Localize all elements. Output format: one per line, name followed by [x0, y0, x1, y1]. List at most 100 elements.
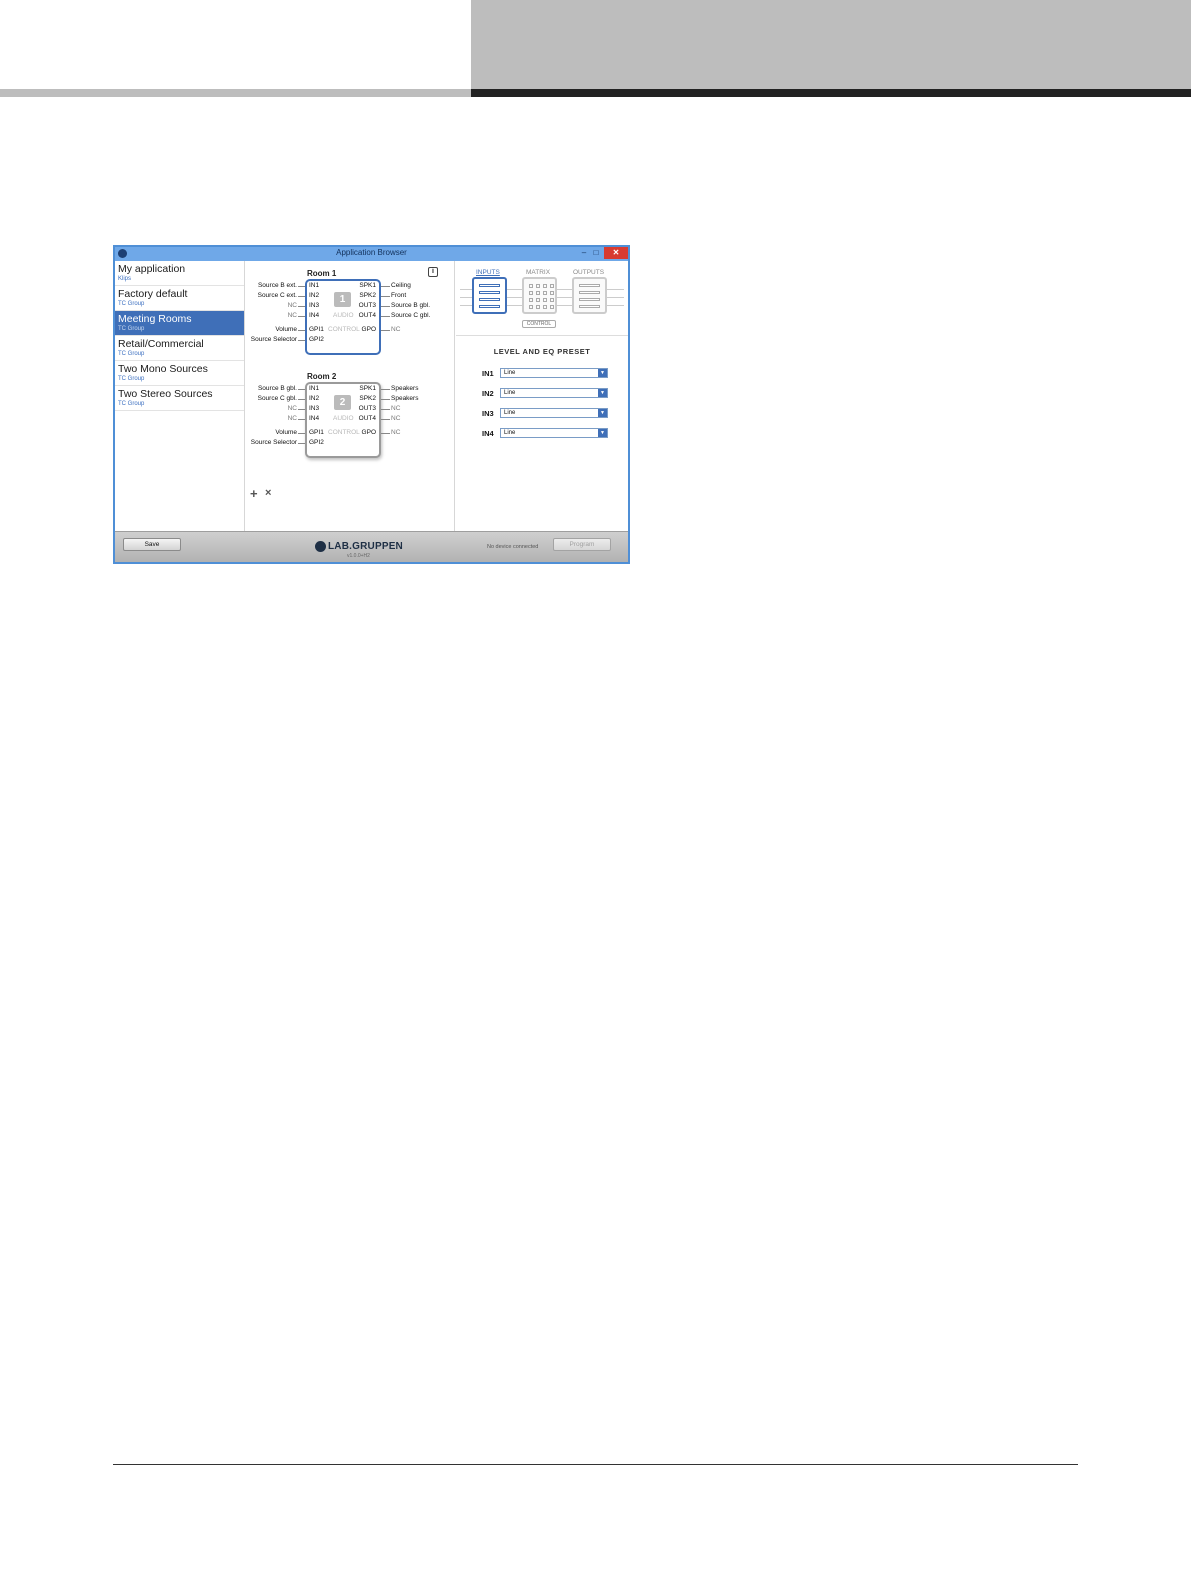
gpi-pin: GPI2	[309, 336, 324, 343]
input-label: Source B ext.	[257, 282, 297, 289]
output-wire	[381, 389, 390, 390]
input-pin: IN4	[309, 312, 320, 319]
output-label: NC	[391, 415, 401, 422]
gpo-label: NC	[391, 429, 401, 436]
save-button[interactable]: Save	[123, 538, 181, 551]
matrix-node	[536, 305, 540, 309]
input-label: NC	[287, 415, 297, 422]
page-header-rule-right	[471, 89, 1191, 97]
dropdown-arrow-icon[interactable]: ▼	[598, 389, 607, 397]
tab-inputs[interactable]: INPUTS	[476, 269, 500, 276]
room-zone-box[interactable]: 1 IN1 IN2 IN3 IN4 SPK1 SPK2 OUT3 OUT4 AU…	[305, 279, 381, 355]
application-author: Klips	[118, 276, 132, 282]
channel-bar	[479, 284, 500, 287]
control-block[interactable]: CONTROL	[522, 320, 556, 328]
output-pin: SPK1	[359, 385, 376, 392]
gpi-pin: GPI1	[309, 429, 324, 436]
output-pin: SPK2	[359, 292, 376, 299]
room-configuration-panel: i Room 1 1 IN1 IN2 IN3 IN4 SPK1 SPK2 OUT…	[245, 261, 455, 531]
tab-matrix[interactable]: MATRIX	[526, 269, 550, 276]
input-pin: IN4	[309, 415, 320, 422]
control-section-label: CONTROL	[328, 326, 360, 333]
channel-bar	[479, 291, 500, 294]
tab-outputs[interactable]: OUTPUTS	[573, 269, 604, 276]
preset-channel-label: IN3	[482, 409, 494, 418]
close-button[interactable]: ✕	[604, 247, 628, 259]
inputs-block[interactable]	[472, 277, 507, 314]
status-bar: Save LAB.GRUPPEN v1.0.0+H2 No device con…	[115, 531, 628, 562]
application-item-two-stereo-sources[interactable]: Two Stereo Sources TC Group	[115, 386, 244, 411]
preset-select-in4[interactable]: Line ▼	[500, 428, 608, 438]
output-pin: SPK1	[359, 282, 376, 289]
matrix-node	[536, 284, 540, 288]
page-header-band	[471, 0, 1191, 90]
dropdown-arrow-icon[interactable]: ▼	[598, 429, 607, 437]
matrix-node	[550, 298, 554, 302]
outputs-block[interactable]	[572, 277, 607, 314]
preset-value: Line	[504, 390, 516, 396]
gpo-pin: GPO	[361, 429, 376, 436]
title-bar[interactable]: Application Browser – □ ✕	[115, 247, 628, 261]
lab-gruppen-logo: LAB.GRUPPEN	[315, 541, 425, 553]
channel-bar	[479, 305, 500, 308]
add-room-button[interactable]: +	[250, 486, 258, 501]
room-number-badge: 2	[334, 395, 351, 410]
room-2[interactable]: Room 2 2 IN1 IN2 IN3 IN4 SPK1 SPK2 OUT3 …	[245, 372, 455, 472]
matrix-node	[550, 284, 554, 288]
room-zone-box[interactable]: 2 IN1 IN2 IN3 IN4 SPK1 SPK2 OUT3 OUT4 AU…	[305, 382, 381, 458]
application-item-two-mono-sources[interactable]: Two Mono Sources TC Group	[115, 361, 244, 386]
output-label: Ceiling	[391, 282, 411, 289]
application-author: TC Group	[118, 376, 145, 382]
program-button[interactable]: Program	[553, 538, 611, 551]
matrix-block[interactable]	[522, 277, 557, 314]
preset-select-in3[interactable]: Line ▼	[500, 408, 608, 418]
remove-room-button[interactable]: ×	[265, 487, 271, 499]
input-label: Source C gbl.	[257, 395, 297, 402]
zone-settings-panel: INPUTS MATRIX OUTPUTS CONTROL LEVEL AND …	[456, 261, 628, 531]
matrix-node	[529, 298, 533, 302]
preset-select-in2[interactable]: Line ▼	[500, 388, 608, 398]
output-label: Speakers	[391, 395, 419, 402]
application-item-retail-commercial[interactable]: Retail/Commercial TC Group	[115, 336, 244, 361]
application-browser-window: Application Browser – □ ✕ My application…	[113, 245, 630, 564]
control-section-label: CONTROL	[328, 429, 360, 436]
application-item-my-application[interactable]: My application Klips	[115, 261, 244, 286]
input-label: NC	[287, 405, 297, 412]
preset-channel-label: IN2	[482, 389, 494, 398]
room-title: Room 2	[307, 372, 337, 381]
brand-logo-icon	[315, 541, 326, 552]
gpi-label: Source Selector	[250, 439, 297, 446]
output-label: NC	[391, 405, 401, 412]
output-label: Source B gbl.	[391, 302, 431, 309]
minimize-button[interactable]: –	[578, 247, 590, 259]
panel-divider	[456, 335, 628, 336]
application-item-factory-default[interactable]: Factory default TC Group	[115, 286, 244, 311]
output-pin: OUT3	[358, 302, 376, 309]
gpi-pin: GPI2	[309, 439, 324, 446]
preset-select-in1[interactable]: Line ▼	[500, 368, 608, 378]
application-name: Meeting Rooms	[118, 313, 192, 325]
gpi-wire	[298, 433, 305, 434]
application-item-meeting-rooms[interactable]: Meeting Rooms TC Group	[115, 311, 244, 336]
application-name: My application	[118, 263, 186, 275]
version-label: v1.0.0+H2	[347, 553, 370, 559]
preset-value: Line	[504, 370, 516, 376]
application-author: TC Group	[118, 326, 145, 332]
gpi-pin: GPI1	[309, 326, 324, 333]
input-label: Source B gbl.	[257, 385, 297, 392]
dropdown-arrow-icon[interactable]: ▼	[598, 409, 607, 417]
input-pin: IN2	[309, 292, 320, 299]
output-wire	[381, 306, 390, 307]
gpi-wire	[298, 443, 305, 444]
room-1[interactable]: Room 1 1 IN1 IN2 IN3 IN4 SPK1 SPK2 OUT3 …	[245, 269, 455, 369]
output-pin: OUT4	[358, 415, 376, 422]
maximize-button[interactable]: □	[590, 247, 602, 259]
window-title: Application Browser	[336, 248, 407, 257]
brand-name: LAB.GRUPPEN	[328, 541, 403, 552]
input-wire	[298, 409, 305, 410]
input-label: Source C ext.	[257, 292, 297, 299]
preset-channel-label: IN1	[482, 369, 494, 378]
dropdown-arrow-icon[interactable]: ▼	[598, 369, 607, 377]
application-name: Two Stereo Sources	[118, 388, 213, 400]
output-wire	[381, 296, 390, 297]
